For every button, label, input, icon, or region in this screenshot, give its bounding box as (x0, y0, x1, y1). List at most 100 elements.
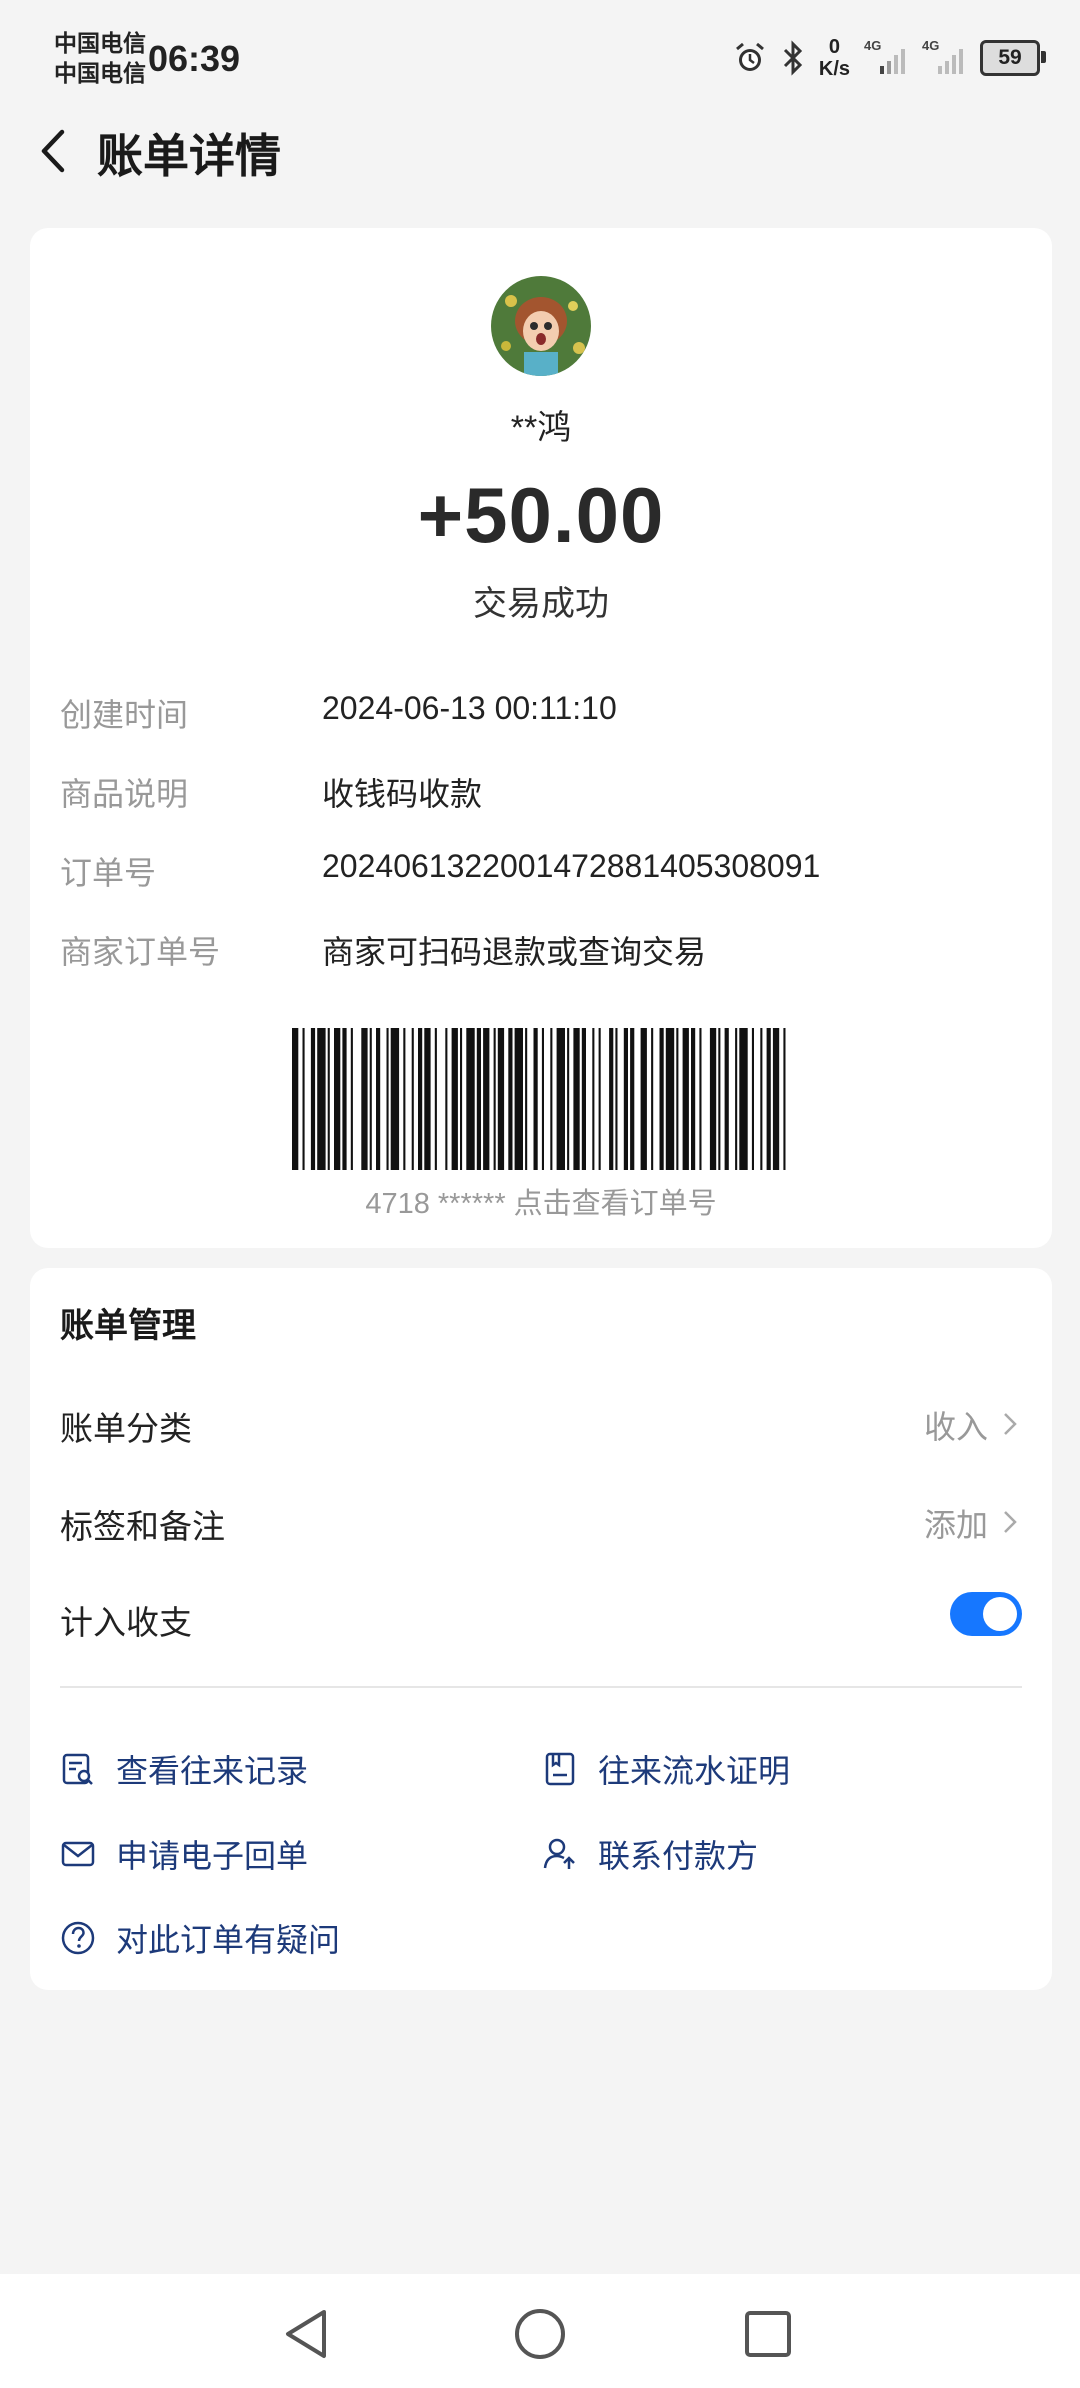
net-speed-unit: K/s (818, 58, 850, 80)
barcode-bar (376, 1028, 381, 1170)
barcode-bar (573, 1028, 580, 1170)
barcode-bar (317, 1028, 326, 1170)
barcode-bar (424, 1028, 431, 1170)
barcode-bar (550, 1028, 553, 1170)
barcode-bar (724, 1028, 729, 1170)
detail-label: 商品说明 (60, 776, 189, 812)
battery-level: 59 (998, 46, 1022, 69)
barcode-bar (735, 1028, 738, 1170)
battery-icon: 59 (980, 40, 1046, 76)
nav-home-icon[interactable] (510, 2304, 570, 2364)
barcode-bar (411, 1028, 414, 1170)
barcode-bar (718, 1028, 721, 1170)
barcode-bar (460, 1028, 463, 1170)
barcode-bar (623, 1028, 628, 1170)
view-records-link[interactable]: 查看往来记录 (60, 1744, 308, 1794)
signal-1: 4G (864, 38, 908, 78)
barcode-bar (766, 1028, 771, 1170)
question-icon (61, 1921, 95, 1955)
barcode-bar (466, 1028, 475, 1170)
barcode-bar (630, 1028, 635, 1170)
bluetooth-icon (783, 40, 802, 76)
barcode-bar (302, 1028, 305, 1170)
transaction-card: **鸿 +50.00 交易成功 创建时间 2024-06-13 00:11:10… (30, 228, 1052, 1248)
tags-notes-label: 标签和备注 (60, 1508, 225, 1545)
barcode-bar (451, 1028, 458, 1170)
contact-payer-label: 联系付款方 (598, 1838, 759, 1874)
tags-notes-value: 添加 (923, 1507, 988, 1543)
chevron-right-icon (1004, 1413, 1017, 1435)
barcode-bar (592, 1028, 595, 1170)
barcode-bar (361, 1028, 368, 1170)
barcode[interactable] (292, 1028, 792, 1170)
bill-category-row[interactable]: 账单分类 收入 (60, 1392, 1022, 1452)
detail-value: 收钱码收款 (322, 776, 483, 812)
toggle-knob (983, 1597, 1017, 1631)
mail-icon (61, 1841, 95, 1867)
payer-name: **鸿 (510, 409, 572, 447)
barcode-bar (418, 1028, 423, 1170)
bill-category-value: 收入 (923, 1409, 988, 1445)
barcode-bar (709, 1028, 717, 1170)
barcode-bar (651, 1028, 654, 1170)
barcode-bar (497, 1028, 505, 1170)
detail-value: 商家可扫码退款或查询交易 (322, 934, 707, 970)
barcode-bar (676, 1028, 679, 1170)
barcode-bar (350, 1028, 353, 1170)
detail-value[interactable]: 2024061322001472881405308091 (322, 848, 1022, 885)
barcode-bar (609, 1028, 614, 1170)
amount: +50.00 (417, 471, 665, 559)
net-speed: 0 K/s (819, 36, 850, 80)
barcode-bar (445, 1028, 448, 1170)
avatar[interactable] (491, 276, 591, 376)
barcode-bar (292, 1028, 299, 1170)
nav-back-icon[interactable] (278, 2304, 338, 2364)
contact-payer-link[interactable]: 联系付款方 (542, 1829, 758, 1879)
barcode-bar (556, 1028, 565, 1170)
records-icon (62, 1753, 93, 1785)
statement-proof-link[interactable]: 往来流水证明 (542, 1744, 790, 1794)
bill-management-card: 账单管理 账单分类 收入 标签和备注 添加 计入收支 查看往来记录 往来流水证明… (30, 1268, 1052, 1990)
include-in-budget-toggle[interactable] (950, 1592, 1022, 1636)
detail-label: 商家订单号 (60, 934, 221, 970)
barcode-bar (369, 1028, 372, 1170)
status-bar: 中国电信 中国电信 06:39 0 K/s 4G 4G 59 (0, 0, 1080, 110)
tags-notes-row[interactable]: 标签和备注 添加 (60, 1490, 1022, 1550)
barcode-caption[interactable]: 4718 ****** 点击查看订单号 (30, 1180, 1052, 1222)
barcode-bar (739, 1028, 748, 1170)
barcode-bar (751, 1028, 754, 1170)
section-title: 账单管理 (60, 1307, 196, 1345)
statement-proof-label: 往来流水证明 (598, 1753, 791, 1789)
net-speed-value: 0 (828, 36, 840, 58)
barcode-bar (682, 1028, 689, 1170)
order-question-label: 对此订单有疑问 (116, 1922, 341, 1958)
order-question-link[interactable]: 对此订单有疑问 (60, 1913, 340, 1963)
back-arrow-icon[interactable] (28, 124, 82, 178)
barcode-bar (783, 1028, 786, 1170)
page-title: 账单详情 (97, 130, 281, 182)
include-in-budget-label: 计入收支 (60, 1604, 192, 1641)
nav-recents-icon[interactable] (738, 2304, 798, 2364)
alarm-icon (735, 42, 764, 71)
barcode-bar (691, 1028, 696, 1170)
barcode-bar (310, 1028, 316, 1170)
barcode-bar (327, 1028, 330, 1170)
barcode-bar (533, 1028, 538, 1170)
barcode-bar (598, 1028, 601, 1170)
transaction-status: 交易成功 (473, 585, 609, 623)
barcode-bar (567, 1028, 570, 1170)
carrier-2: 中国电信 (54, 60, 146, 86)
barcode-bar (390, 1028, 400, 1170)
barcode-bar (772, 1028, 780, 1170)
signal-2: 4G (922, 38, 966, 78)
barcode-bar (403, 1028, 406, 1170)
barcode-bar (699, 1028, 702, 1170)
system-nav-bar (0, 2274, 1080, 2388)
barcode-bar (615, 1028, 618, 1170)
e-receipt-label: 申请电子回单 (116, 1838, 309, 1874)
header-bar: 账单详情 (0, 110, 1080, 190)
detail-label: 创建时间 (60, 697, 189, 733)
detail-label: 订单号 (60, 855, 157, 891)
status-time: 06:39 (148, 38, 241, 79)
e-receipt-link[interactable]: 申请电子回单 (60, 1829, 308, 1879)
